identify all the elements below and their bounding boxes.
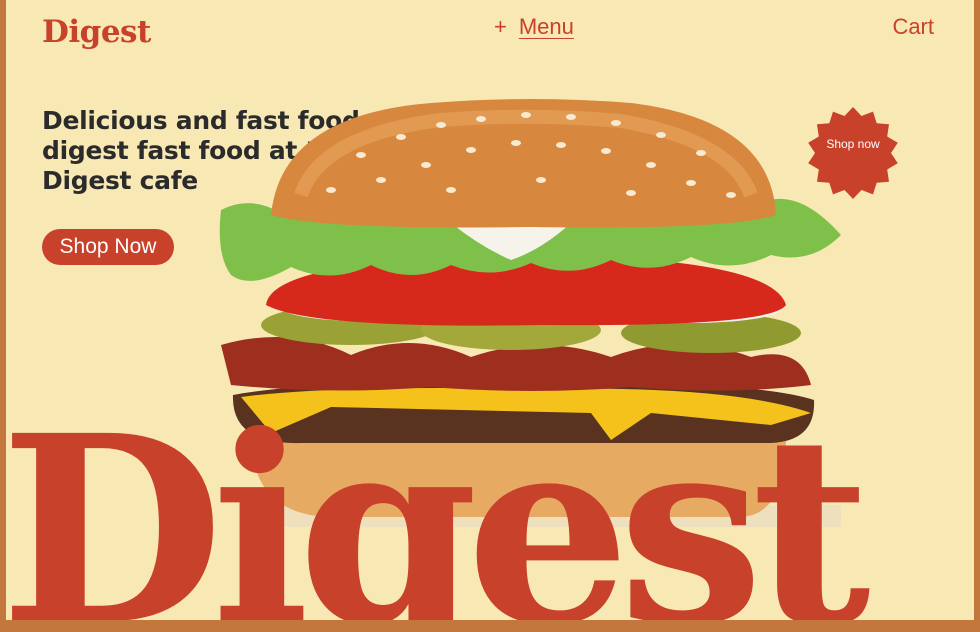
starburst-shape [808, 107, 898, 199]
burger-image [219, 99, 841, 527]
badge-label: Shop now [826, 137, 880, 151]
shop-now-button[interactable]: Shop Now [42, 229, 174, 265]
landing-page: Digest + Menu Cart Delicious and fast fo… [6, 0, 974, 620]
plus-icon: + [494, 14, 507, 39]
cart-link[interactable]: Cart [892, 14, 934, 40]
logo[interactable]: Digest [42, 14, 151, 50]
menu-link[interactable]: + Menu [494, 14, 574, 40]
menu-label: Menu [518, 14, 574, 39]
bottom-bun [251, 435, 786, 517]
shop-now-badge[interactable]: Shop now [806, 106, 900, 200]
